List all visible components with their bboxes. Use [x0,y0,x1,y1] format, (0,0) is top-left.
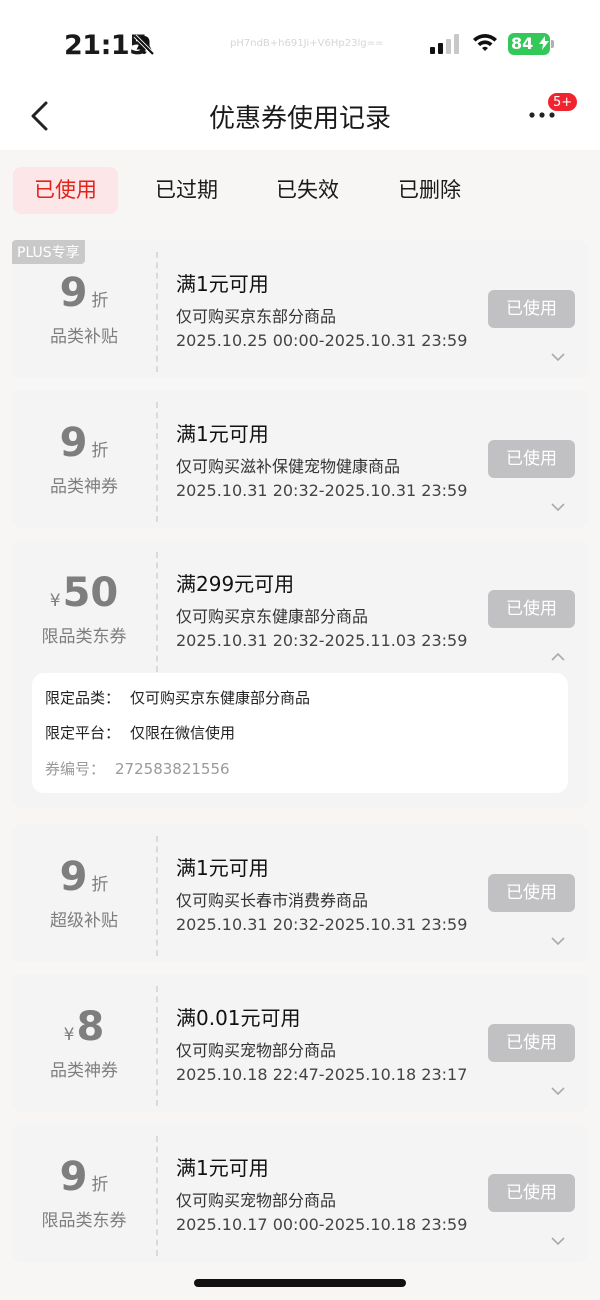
coupon-amount: 8 [76,1004,105,1050]
coupon-unit: 折 [91,875,109,895]
detail-category-value: 仅可购买京东健康部分商品 [130,689,311,707]
dashed-divider [156,252,158,372]
coupon-validity: 2025.10.17 00:00-2025.10.18 23:59 [176,1215,468,1234]
bell-slash-icon [133,34,155,56]
coupon-type: 超级补贴 [50,911,118,931]
coupon-type: 品类神券 [50,477,118,497]
coupon-scope: 仅可购买长春市消费券商品 [176,891,369,910]
notification-badge: 5+ [547,92,579,112]
coupon-type: 限品类东券 [41,1211,127,1231]
tab-used[interactable]: 已使用 [13,167,118,214]
page-title: 优惠券使用记录 [208,104,391,134]
battery-level: 84 [511,34,534,53]
wifi-icon [473,34,497,51]
coupon-value-block: 9折 品类补贴 [12,240,156,358]
tab-expired[interactable]: 已过期 [134,167,239,214]
nav-header: 优惠券使用记录 5+ [0,80,600,150]
currency-symbol: ¥ [63,1025,75,1045]
coupon-amount: 9 [59,854,88,900]
currency-symbol: ¥ [49,591,61,611]
detail-id-value: 272583821556 [115,760,230,778]
detail-category-label: 限定品类： [45,689,121,707]
dashed-divider [156,836,158,956]
coupon-threshold: 满1元可用 [176,1156,269,1180]
dashed-divider [156,1136,158,1256]
coupon-threshold: 满1元可用 [176,856,269,880]
chevron-down-icon[interactable] [550,1236,566,1246]
coupon-card[interactable]: 9折 限品类东券 满1元可用 仅可购买宠物部分商品 2025.10.17 00:… [12,1124,588,1262]
used-button[interactable]: 已使用 [488,590,575,628]
battery-charging-icon: 84 [508,33,550,55]
coupon-type: 限品类东券 [41,627,127,647]
tab-deleted[interactable]: 已删除 [377,167,482,214]
coupon-amount: 9 [59,420,88,466]
coupon-detail-panel: 限定品类： 仅可购买京东健康部分商品 限定平台： 仅限在微信使用 券编号： 27258… [32,673,568,793]
used-button[interactable]: 已使用 [488,1024,575,1062]
coupon-scope: 仅可购买宠物部分商品 [176,1191,337,1210]
dashed-divider [156,552,158,672]
coupon-threshold: 满0.01元可用 [176,1006,301,1030]
coupon-card[interactable]: 9折 超级补贴 满1元可用 仅可购买长春市消费券商品 2025.10.31 20… [12,824,588,962]
coupon-validity: 2025.10.18 22:47-2025.10.18 23:17 [176,1065,468,1084]
home-indicator[interactable] [194,1279,406,1287]
chevron-up-icon[interactable] [550,652,566,662]
coupon-amount: 9 [59,270,88,316]
coupon-value-block: 9折 限品类东券 [12,1124,156,1242]
coupon-scope: 仅可购买京东健康部分商品 [176,607,369,626]
tab-invalid[interactable]: 已失效 [255,167,360,214]
coupon-scope: 仅可购买宠物部分商品 [176,1041,337,1060]
detail-platform-label: 限定平台： [45,724,121,742]
dashed-divider [156,986,158,1106]
coupon-card[interactable]: ¥8 品类神券 满0.01元可用 仅可购买宠物部分商品 2025.10.18 2… [12,974,588,1112]
coupon-scope: 仅可购买滋补保健宠物健康商品 [176,457,401,476]
coupon-value-block: 9折 超级补贴 [12,824,156,942]
coupon-validity: 2025.10.31 20:32-2025.10.31 23:59 [176,481,468,500]
status-tabs: 已使用 已过期 已失效 已删除 [0,150,600,240]
detail-platform-value: 仅限在微信使用 [130,724,236,742]
status-bar: 21:15 pH7ndB+h691Ji+V6Hp23lg== 84 [0,0,600,80]
coupon-unit: 折 [91,1175,109,1195]
coupon-unit: 折 [91,441,109,461]
cell-signal-icon [430,34,459,54]
coupon-validity: 2025.10.25 00:00-2025.10.31 23:59 [176,331,468,350]
coupon-validity: 2025.10.31 20:32-2025.10.31 23:59 [176,915,468,934]
coupon-threshold: 满299元可用 [176,572,295,596]
used-button[interactable]: 已使用 [488,1174,575,1212]
coupon-value-block: 9折 品类神券 [12,390,156,508]
detail-coupon-id: 券编号： 272583821556 [45,758,230,779]
coupon-amount: 50 [62,570,119,616]
battery-tip [551,40,554,48]
used-button[interactable]: 已使用 [488,874,575,912]
detail-id-label: 券编号： [45,760,106,778]
detail-platform: 限定平台： 仅限在微信使用 [45,722,235,743]
chevron-down-icon[interactable] [550,1086,566,1096]
dashed-divider [156,402,158,522]
coupon-unit: 折 [91,291,109,311]
coupon-card[interactable]: ¥50 限品类东券 满299元可用 仅可购买京东健康部分商品 2025.10.3… [12,540,588,808]
coupon-threshold: 满1元可用 [176,422,269,446]
used-button[interactable]: 已使用 [488,440,575,478]
detail-category: 限定品类： 仅可购买京东健康部分商品 [45,687,310,708]
coupon-card[interactable]: 9折 品类神券 满1元可用 仅可购买滋补保健宠物健康商品 2025.10.31 … [12,390,588,528]
coupon-threshold: 满1元可用 [176,272,269,296]
coupon-value-block: ¥8 品类神券 [12,974,156,1092]
coupon-type: 品类补贴 [50,327,118,347]
chevron-down-icon[interactable] [550,352,566,362]
coupon-scope: 仅可购买京东部分商品 [176,307,337,326]
coupon-value-block: ¥50 限品类东券 [12,540,156,658]
chevron-down-icon[interactable] [550,502,566,512]
used-button[interactable]: 已使用 [488,290,575,328]
chevron-down-icon[interactable] [550,936,566,946]
coupon-card[interactable]: PLUS专享 9折 品类补贴 满1元可用 仅可购买京东部分商品 2025.10.… [12,240,588,378]
status-center-text: pH7ndB+h691Ji+V6Hp23lg== [230,38,384,49]
coupon-amount: 9 [59,1154,88,1200]
coupon-type: 品类神券 [50,1061,118,1081]
coupon-validity: 2025.10.31 20:32-2025.11.03 23:59 [176,631,468,650]
